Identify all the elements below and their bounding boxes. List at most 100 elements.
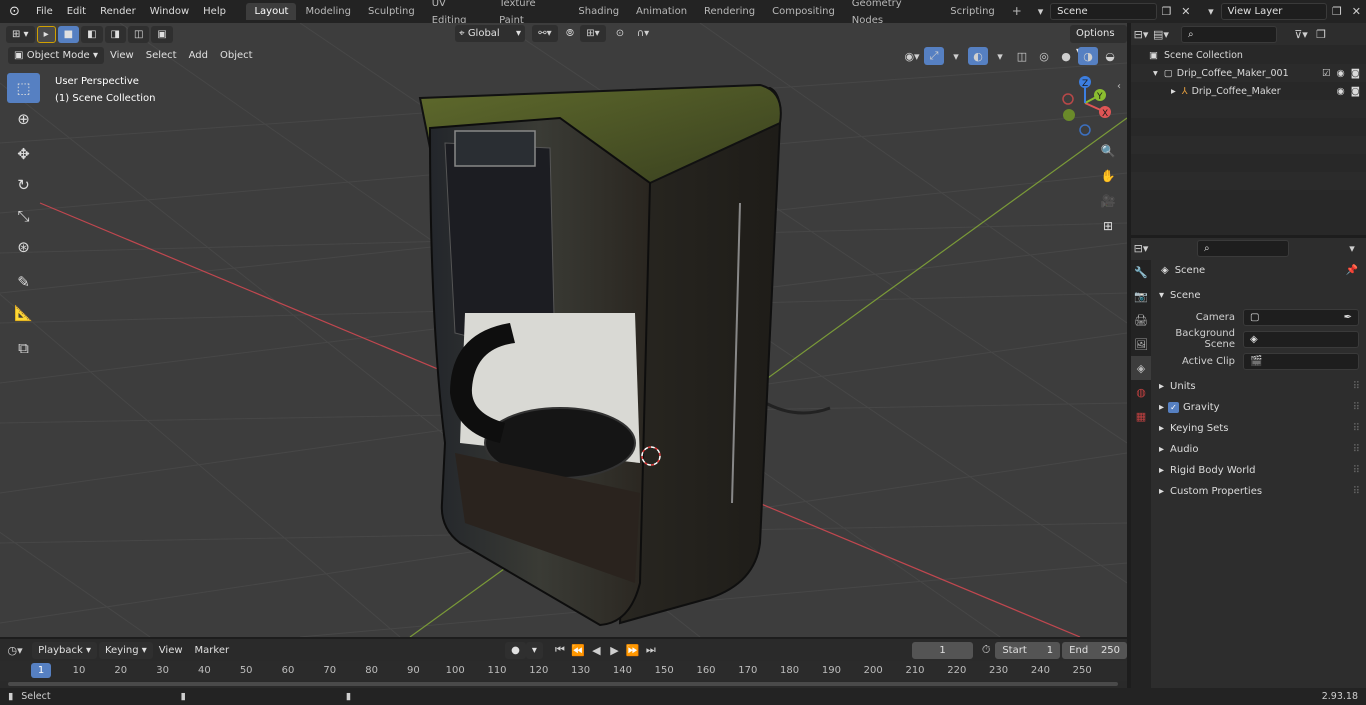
drag-handle-icon[interactable]: ⠿ — [1353, 465, 1360, 476]
perspective-toggle-icon[interactable]: ⊞ — [1097, 215, 1119, 237]
transform-orientation-dropdown[interactable]: ⌖ Global ▾ — [455, 25, 525, 42]
select-mode-extend-icon[interactable]: ◧ — [81, 25, 103, 43]
playback-dropdown[interactable]: Playback ▾ — [32, 641, 97, 659]
camera-render-icon[interactable]: ◙ — [1351, 86, 1360, 97]
new-collection-icon[interactable]: ❐ — [1311, 25, 1331, 43]
current-frame-marker[interactable]: 1 — [31, 663, 51, 678]
drag-handle-icon[interactable]: ⠿ — [1353, 486, 1360, 497]
tab-scripting[interactable]: Scripting — [942, 3, 1002, 20]
current-frame-field[interactable]: 1 — [911, 641, 974, 659]
prev-keyframe-icon[interactable]: ⏪ — [569, 641, 587, 659]
visibility-icon[interactable]: ◉▾ — [902, 47, 922, 65]
snap-icon[interactable]: ⦾ — [562, 25, 578, 42]
tab-rendering[interactable]: Rendering — [696, 3, 763, 20]
world-tab-icon[interactable]: ◍ — [1131, 380, 1151, 404]
timeline-scrollbar[interactable] — [8, 682, 1118, 686]
pivot-icon[interactable]: ⚯▾ — [532, 25, 558, 42]
play-reverse-icon[interactable]: ◀ — [587, 641, 605, 659]
pan-hand-icon[interactable]: ✋ — [1097, 165, 1119, 187]
view-layer-selector-icon[interactable]: ▾ — [1201, 3, 1220, 21]
editor-type-icon[interactable]: ⊟▾ — [1131, 239, 1151, 257]
outliner-row-scene-collection[interactable]: ▣ Scene Collection — [1131, 46, 1366, 64]
scale-tool-icon[interactable]: ⤡ — [7, 201, 40, 231]
drag-handle-icon[interactable]: ⠿ — [1353, 402, 1360, 413]
drag-handle-icon[interactable]: ⠿ — [1353, 423, 1360, 434]
background-scene-field[interactable]: ◈ — [1243, 330, 1359, 348]
next-keyframe-icon[interactable]: ⏩ — [624, 641, 642, 659]
select-tool-icon[interactable]: ▸ — [36, 25, 56, 43]
rendered-shading-icon[interactable]: ◒ — [1100, 47, 1120, 65]
eye-icon[interactable]: ◉ — [1336, 68, 1344, 79]
menu-marker[interactable]: Marker — [189, 642, 236, 659]
outliner-row-collection[interactable]: ▾ ▢ Drip_Coffee_Maker_001 ☑ ◉ ◙ — [1131, 64, 1366, 82]
snap-type-icon[interactable]: ⊞▾ — [580, 25, 606, 42]
rigid-body-world-panel-header[interactable]: ▸ Rigid Body World ⠿ — [1153, 460, 1364, 481]
add-workspace-icon[interactable]: + — [1004, 3, 1030, 20]
menu-help[interactable]: Help — [196, 0, 233, 23]
3d-viewport[interactable]: ⊞ ▾ ▸ ■ ◧ ◨ ◫ ▣ ▣ Object Mode ▾ View Sel… — [0, 23, 1127, 637]
units-panel-header[interactable]: ▸ Units ⠿ — [1153, 376, 1364, 397]
record-options-icon[interactable]: ▾ — [525, 641, 543, 659]
measure-tool-icon[interactable]: 📐 — [7, 298, 40, 328]
add-cube-tool-icon[interactable]: ⧉ — [7, 333, 40, 363]
select-mode-set-icon[interactable]: ■ — [57, 25, 80, 43]
view-layer-field[interactable]: View Layer — [1220, 3, 1328, 20]
menu-render[interactable]: Render — [93, 0, 143, 23]
eye-icon[interactable]: ◉ — [1336, 86, 1344, 97]
gizmo-toggle-icon[interactable]: ⤢ — [924, 47, 944, 65]
overlay-dropdown-icon[interactable]: ▾ — [990, 47, 1010, 65]
outliner-row-object[interactable]: ▸ ⅄ Drip_Coffee_Maker ◉ ◙ — [1131, 82, 1366, 100]
drag-handle-icon[interactable]: ⠿ — [1353, 444, 1360, 455]
start-frame-field[interactable]: Start 1 — [995, 641, 1061, 659]
menu-view[interactable]: View — [104, 47, 140, 64]
editor-type-icon[interactable]: ⊞ ▾ — [6, 25, 35, 43]
menu-add[interactable]: Add — [183, 47, 214, 64]
tool-tab-icon[interactable]: 🔧 — [1131, 260, 1151, 284]
blender-logo-icon[interactable]: ⊙ — [0, 4, 29, 19]
camera-render-icon[interactable]: ◙ — [1351, 68, 1360, 79]
editor-type-icon[interactable]: ◷▾ — [6, 641, 24, 659]
scene-tab-icon[interactable]: ◈ — [1131, 356, 1151, 380]
tab-modeling[interactable]: Modeling — [297, 3, 359, 20]
select-mode-subtract-icon[interactable]: ◨ — [104, 25, 126, 43]
select-mode-intersect-icon[interactable]: ▣ — [151, 25, 173, 43]
delete-view-layer-icon[interactable]: ✕ — [1347, 3, 1366, 21]
keying-dropdown[interactable]: Keying ▾ — [99, 641, 153, 659]
gizmo-dropdown-icon[interactable]: ▾ — [946, 47, 966, 65]
output-tab-icon[interactable]: 🖨 — [1131, 308, 1151, 332]
menu-file[interactable]: File — [29, 0, 60, 23]
render-tab-icon[interactable]: 📷 — [1131, 284, 1151, 308]
material-shading-icon[interactable]: ◑ — [1078, 47, 1098, 65]
navigation-gizmo[interactable]: X Y Z — [1055, 75, 1115, 137]
tab-sculpting[interactable]: Sculpting — [360, 3, 423, 20]
falloff-icon[interactable]: ∩▾ — [632, 25, 654, 42]
solid-shading-icon[interactable]: ● — [1056, 47, 1076, 65]
proportional-edit-icon[interactable]: ⊙ — [612, 25, 628, 42]
transform-tool-icon[interactable]: ⊛ — [7, 232, 40, 262]
menu-view[interactable]: View — [153, 642, 189, 659]
zoom-icon[interactable]: 🔍 — [1097, 140, 1119, 162]
jump-end-icon[interactable]: ⏭ — [642, 641, 660, 659]
frame-ruler[interactable]: 1 10 20 30 40 50 60 70 80 90 100 110 120 130 140 150 16… — [0, 661, 1127, 681]
scene-panel-header[interactable]: ▾ Scene — [1153, 285, 1364, 306]
options-dropdown[interactable]: Options ▾ — [1070, 25, 1127, 57]
texture-tab-icon[interactable]: ▦ — [1131, 404, 1151, 428]
custom-properties-panel-header[interactable]: ▸ Custom Properties ⠿ — [1153, 481, 1364, 502]
wireframe-shading-icon[interactable]: ◎ — [1034, 47, 1054, 65]
menu-object[interactable]: Object — [214, 47, 259, 64]
shading-dropdown-icon[interactable]: ▾ — [1122, 47, 1127, 65]
sidebar-toggle-icon[interactable]: ‹ — [1117, 81, 1121, 92]
filter-icon[interactable]: ⊽▾ — [1291, 25, 1311, 43]
select-mode-invert-icon[interactable]: ◫ — [127, 25, 150, 43]
rotate-tool-icon[interactable]: ↻ — [7, 170, 40, 200]
editor-type-icon[interactable]: ⊟▾ — [1131, 25, 1151, 43]
record-keyframe-icon[interactable]: ● — [505, 641, 526, 659]
new-view-layer-icon[interactable]: ❐ — [1327, 3, 1346, 21]
tab-layout[interactable]: Layout — [246, 3, 297, 20]
menu-select[interactable]: Select — [140, 47, 183, 64]
camera-field[interactable]: ▢ ✒ — [1243, 308, 1359, 326]
keying-sets-panel-header[interactable]: ▸ Keying Sets ⠿ — [1153, 418, 1364, 439]
gravity-checkbox[interactable]: ✓ — [1168, 402, 1180, 413]
exclude-checkbox-icon[interactable]: ☑ — [1322, 68, 1331, 79]
delete-scene-icon[interactable]: ✕ — [1176, 3, 1195, 21]
